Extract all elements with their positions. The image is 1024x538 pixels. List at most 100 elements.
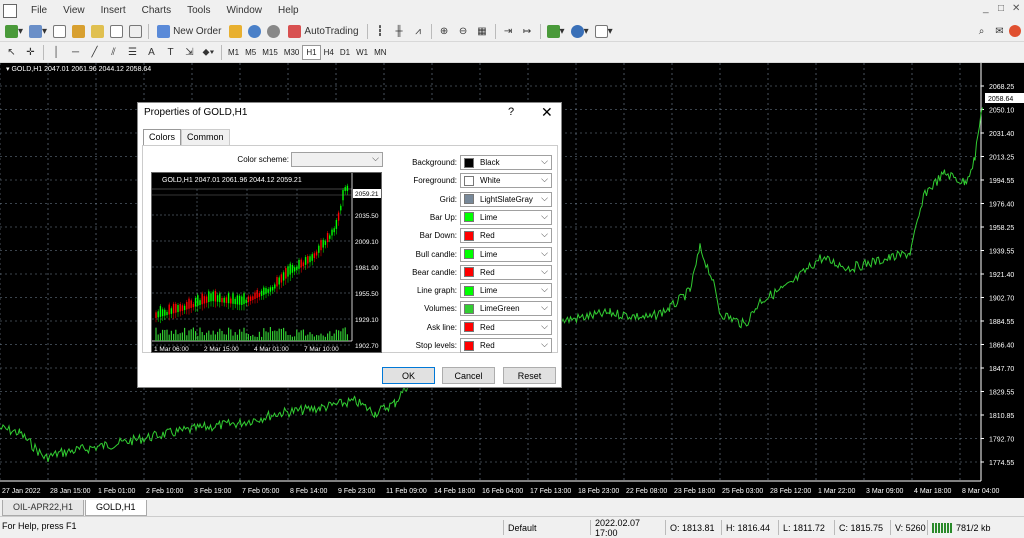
candle-body — [210, 293, 212, 302]
timeframe-d1[interactable]: D1 — [337, 45, 353, 60]
reset-button[interactable]: Reset — [503, 367, 556, 384]
volume-bar — [291, 336, 293, 341]
bear-candle-color-select[interactable]: Red ⌵ — [460, 264, 552, 280]
new-chart-icon[interactable]: ▾ — [3, 23, 25, 40]
vps-icon[interactable] — [265, 23, 282, 40]
search-icon[interactable]: ⌕ — [973, 23, 990, 40]
crosshair-icon[interactable]: ✛ — [22, 44, 39, 61]
ask-line-color-select[interactable]: Red ⌵ — [460, 319, 552, 335]
zoom-in-icon[interactable]: ⊕ — [436, 23, 453, 40]
tab-common[interactable]: Common — [181, 129, 230, 145]
bar-down-color-select[interactable]: Red ⌵ — [460, 228, 552, 244]
strategy-tester-icon[interactable] — [127, 23, 144, 40]
cursor-icon[interactable]: ↖ — [3, 44, 20, 61]
indicators-icon[interactable]: ▾ — [545, 23, 567, 40]
help-text: For Help, press F1 — [2, 521, 77, 531]
timeframe-h1[interactable]: H1 — [302, 44, 321, 60]
timeframe-m30[interactable]: M30 — [281, 45, 303, 60]
bar-high: H: 1816.44 — [721, 520, 777, 535]
timeframe-w1[interactable]: W1 — [353, 45, 371, 60]
vertical-line-icon[interactable]: │ — [48, 44, 65, 61]
line-graph-color-select[interactable]: Lime ⌵ — [460, 283, 552, 299]
candle-body — [216, 295, 219, 302]
bar-chart-icon[interactable]: ┇ — [372, 23, 389, 40]
dialog-close-button[interactable]: ✕ — [541, 104, 553, 121]
candle-body — [241, 296, 243, 305]
color-value: Red — [480, 267, 495, 277]
time-label: 28 Feb 12:00 — [770, 488, 811, 495]
metaeditor-icon[interactable] — [227, 23, 244, 40]
navigator-icon[interactable] — [89, 23, 106, 40]
cancel-button[interactable]: Cancel — [442, 367, 495, 384]
text-icon[interactable]: A — [143, 44, 160, 61]
stop-levels-color-select[interactable]: Red ⌵ — [460, 338, 552, 353]
menu-view[interactable]: View — [55, 5, 93, 16]
trendline-icon[interactable]: ╱ — [86, 44, 103, 61]
help-button[interactable]: ? — [508, 106, 514, 118]
foreground-color-select[interactable]: White ⌵ — [460, 173, 552, 189]
time-label: 3 Mar 09:00 — [866, 488, 903, 495]
menu-tools[interactable]: Tools — [179, 5, 218, 16]
restore-button[interactable]: □ — [998, 3, 1004, 14]
time-label: 18 Feb 23:00 — [578, 488, 619, 495]
periods-icon[interactable]: ▾ — [569, 23, 591, 40]
horizontal-line-icon[interactable]: ─ — [67, 44, 84, 61]
notifications-icon[interactable] — [1006, 23, 1023, 40]
app-icon — [3, 3, 17, 18]
profiles-icon[interactable]: ▾ — [27, 23, 49, 40]
time-label: 2 Mar 15:00 — [204, 346, 239, 353]
tab-gold[interactable]: GOLD,H1 — [85, 500, 147, 516]
ok-button[interactable]: OK — [382, 367, 435, 384]
menu-insert[interactable]: Insert — [93, 5, 134, 16]
market-watch-icon[interactable] — [51, 23, 68, 40]
background-color-select[interactable]: Black ⌵ — [460, 155, 552, 170]
chevron-down-icon: ⌵ — [541, 320, 548, 331]
bar-up-color-select[interactable]: Lime ⌵ — [460, 209, 552, 225]
tab-oil-apr22[interactable]: OIL-APR22,H1 — [2, 500, 85, 516]
auto-trading-button[interactable]: AutoTrading — [284, 23, 362, 40]
channel-icon[interactable]: ⫽ — [105, 44, 122, 61]
new-order-label: New Order — [173, 25, 222, 37]
volume-bar — [300, 330, 302, 341]
menu-help[interactable]: Help — [270, 5, 307, 16]
data-window-icon[interactable] — [70, 23, 87, 40]
shapes-icon[interactable]: ⬥▾ — [200, 44, 217, 61]
timeframe-h4[interactable]: H4 — [321, 45, 337, 60]
volume-bar — [338, 330, 340, 341]
candle-body — [159, 306, 162, 317]
tab-colors[interactable]: Colors — [143, 129, 182, 146]
bull-candle-color-select[interactable]: Lime ⌵ — [460, 246, 552, 262]
close-window-button[interactable]: ✕ — [1012, 3, 1020, 14]
timeframe-m15[interactable]: M15 — [259, 45, 281, 60]
new-order-button[interactable]: New Order — [153, 23, 225, 40]
templates-icon[interactable]: ▾ — [593, 23, 615, 40]
grid-color-select[interactable]: LightSlateGray ⌵ — [460, 191, 552, 207]
terminal-icon[interactable] — [108, 23, 125, 40]
chevron-down-icon: ⌵ — [541, 247, 548, 258]
chart-shift-icon[interactable]: ⇥ — [500, 23, 517, 40]
color-value: Black — [480, 158, 500, 167]
menu-file[interactable]: File — [23, 5, 55, 16]
zoom-out-icon[interactable]: ⊖ — [455, 23, 472, 40]
chevron-down-icon: ⌵ — [541, 302, 548, 313]
menu-charts[interactable]: Charts — [134, 5, 179, 16]
timeframe-m5[interactable]: M5 — [242, 45, 259, 60]
separator — [494, 23, 496, 39]
menu-window[interactable]: Window — [218, 5, 270, 16]
minimize-button[interactable]: _ — [983, 3, 989, 14]
signals-icon[interactable] — [246, 23, 263, 40]
connection-bars-icon — [932, 522, 952, 533]
color-scheme-select[interactable]: ⌵ — [291, 152, 383, 167]
arrows-icon[interactable]: ⇲ — [181, 44, 198, 61]
candle-body — [296, 266, 298, 271]
volume-bar — [236, 334, 238, 341]
auto-scroll-icon[interactable]: ↦ — [519, 23, 536, 40]
timeframe-m1[interactable]: M1 — [225, 45, 242, 60]
volumes-color-select[interactable]: LimeGreen ⌵ — [460, 301, 552, 317]
line-chart-icon[interactable]: ⩘ — [410, 23, 427, 40]
tile-windows-icon[interactable]: ▦ — [474, 23, 491, 40]
fibonacci-icon[interactable]: ☰ — [124, 44, 141, 61]
timeframe-mn[interactable]: MN — [371, 45, 389, 60]
candlestick-icon[interactable]: ╫ — [391, 23, 408, 40]
text-label-icon[interactable]: T — [162, 44, 179, 61]
